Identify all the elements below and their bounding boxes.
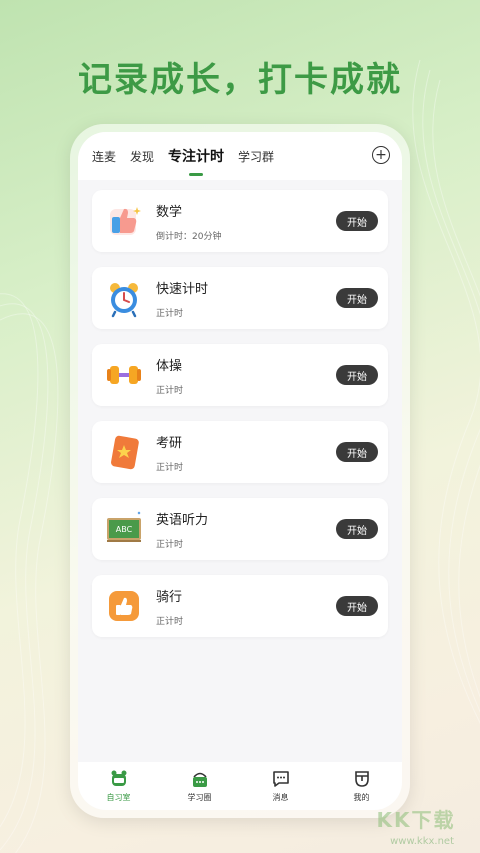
item-subtitle: 正计时 bbox=[156, 616, 184, 627]
item-title: 数学 bbox=[156, 204, 183, 220]
tab-study-group[interactable]: 学习群 bbox=[238, 148, 274, 165]
active-tab-indicator bbox=[189, 173, 204, 176]
list-item[interactable]: 考研 正计时 开始 bbox=[92, 421, 388, 483]
list-item[interactable]: 数学 倒计时：20分钟 开始 bbox=[92, 190, 388, 252]
app-screen: 连麦 发现 专注计时 学习群 + 数学 倒计时：20分钟 开始 快速计时 正计时… bbox=[78, 132, 402, 810]
page-headline: 记录成长，打卡成就 bbox=[78, 60, 402, 100]
item-subtitle: 正计时 bbox=[156, 385, 184, 396]
tab-label: 连麦 bbox=[92, 149, 117, 164]
timer-list: 数学 倒计时：20分钟 开始 快速计时 正计时 开始 体操 正计时 开始 考研 … bbox=[78, 180, 402, 637]
study-circle-icon bbox=[192, 772, 207, 787]
list-item[interactable]: 体操 正计时 开始 bbox=[92, 344, 388, 406]
nav-study-circle[interactable]: 学习圈 bbox=[170, 769, 230, 803]
nav-profile[interactable]: 我的 bbox=[332, 769, 392, 803]
item-subtitle: 倒计时：20分钟 bbox=[156, 231, 222, 242]
item-title: 快速计时 bbox=[156, 281, 209, 297]
start-button[interactable]: 开始 bbox=[336, 288, 378, 308]
start-button[interactable]: 开始 bbox=[336, 442, 378, 462]
nav-label: 我的 bbox=[353, 793, 370, 802]
notebook-icon bbox=[111, 435, 139, 470]
add-button[interactable]: + bbox=[372, 146, 390, 164]
top-tab-bar: 连麦 发现 专注计时 学习群 + bbox=[78, 132, 402, 180]
chalkboard-text: ABC bbox=[116, 525, 133, 534]
nav-messages[interactable]: 消息 bbox=[251, 769, 311, 803]
thumbs-up-icon bbox=[110, 207, 141, 235]
list-item[interactable]: ABC 英语听力 正计时 开始 bbox=[92, 498, 388, 560]
start-button[interactable]: 开始 bbox=[336, 211, 378, 231]
tab-label: 专注计时 bbox=[168, 149, 225, 165]
tab-label: 发现 bbox=[130, 149, 155, 164]
watermark-url: www.kkx.net bbox=[390, 836, 454, 847]
item-title: 体操 bbox=[156, 358, 183, 374]
start-button[interactable]: 开始 bbox=[336, 365, 378, 385]
item-subtitle: 正计时 bbox=[156, 462, 184, 473]
start-button[interactable]: 开始 bbox=[336, 596, 378, 616]
chalkboard-icon: ABC bbox=[107, 511, 141, 542]
thumbs-up-square-icon bbox=[109, 591, 139, 621]
message-icon bbox=[272, 771, 289, 787]
alarm-clock-icon bbox=[110, 283, 138, 318]
phone-frame: 连麦 发现 专注计时 学习群 + 数学 倒计时：20分钟 开始 快速计时 正计时… bbox=[70, 124, 410, 818]
nav-label: 消息 bbox=[272, 793, 289, 802]
item-subtitle: 正计时 bbox=[156, 308, 184, 319]
nav-label: 自习室 bbox=[106, 793, 131, 802]
bottom-nav: 自习室 学习圈 消息 我的 bbox=[78, 762, 402, 810]
item-subtitle: 正计时 bbox=[156, 539, 184, 550]
tab-lianmai[interactable]: 连麦 bbox=[92, 148, 116, 165]
start-button[interactable]: 开始 bbox=[336, 519, 378, 539]
list-item[interactable]: 骑行 正计时 开始 bbox=[92, 575, 388, 637]
profile-icon bbox=[354, 771, 369, 787]
plus-icon: + bbox=[375, 147, 387, 163]
watermark-logo: KK下载 bbox=[376, 807, 456, 832]
list-item[interactable]: 快速计时 正计时 开始 bbox=[92, 267, 388, 329]
item-title: 骑行 bbox=[156, 589, 183, 605]
dumbbell-icon bbox=[107, 366, 141, 384]
study-room-icon bbox=[111, 770, 126, 786]
tab-focus-timer[interactable]: 专注计时 bbox=[168, 146, 225, 176]
item-title: 英语听力 bbox=[156, 512, 209, 528]
nav-study-room[interactable]: 自习室 bbox=[89, 769, 149, 803]
tab-discover[interactable]: 发现 bbox=[130, 148, 154, 165]
item-title: 考研 bbox=[156, 435, 183, 451]
tab-label: 学习群 bbox=[238, 149, 275, 164]
nav-label: 学习圈 bbox=[187, 793, 212, 802]
